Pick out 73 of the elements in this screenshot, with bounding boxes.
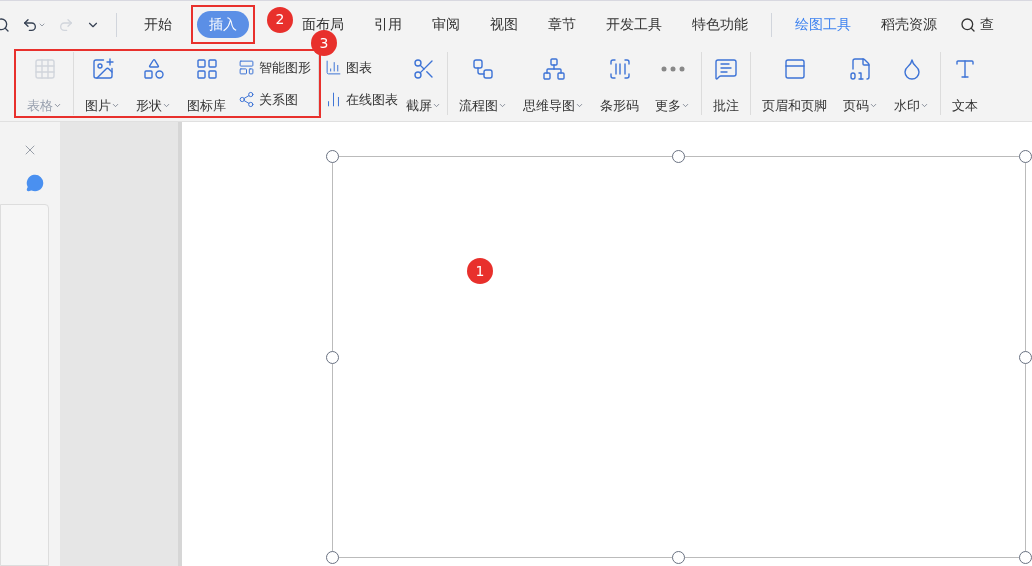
toolbar-button[interactable]: 图表 xyxy=(325,58,398,78)
toolbar-button[interactable]: 图标库 xyxy=(181,52,232,115)
toolbar-button[interactable]: 更多 xyxy=(649,52,696,115)
ribbon-tab[interactable]: 引用 xyxy=(364,11,412,38)
toolbar-button[interactable]: 页眉和页脚 xyxy=(756,52,833,115)
search-icon xyxy=(960,16,976,33)
resize-handle[interactable] xyxy=(1019,150,1032,163)
header-footer-icon xyxy=(782,57,807,81)
chat-icon[interactable] xyxy=(26,174,44,192)
text-icon xyxy=(953,57,977,81)
resize-handle[interactable] xyxy=(672,551,685,564)
toolbar-button[interactable]: 水印 xyxy=(888,52,935,115)
flowchart-icon xyxy=(471,57,495,81)
step-badge: 2 xyxy=(267,6,293,33)
barcode-icon xyxy=(607,57,632,81)
toolbar-button[interactable]: 批注 xyxy=(707,52,745,115)
page-number-icon xyxy=(848,57,873,81)
toolbar-button[interactable]: 智能图形 xyxy=(238,58,311,78)
resize-handle[interactable] xyxy=(1019,551,1032,564)
button-label: 页码 xyxy=(843,95,878,115)
ribbon-tab[interactable]: 审阅 xyxy=(422,11,470,38)
chart-icon xyxy=(325,59,342,77)
toolbar-button[interactable]: 在线图表 xyxy=(325,89,398,109)
resize-handle[interactable] xyxy=(326,551,339,564)
toolbar-button[interactable]: 形状 xyxy=(130,52,177,115)
redo-icon xyxy=(58,16,74,33)
button-label: 表格 xyxy=(27,95,62,115)
toolbar-button[interactable]: 截屏 xyxy=(400,52,447,115)
relation-icon xyxy=(238,90,255,108)
undo-button[interactable] xyxy=(22,16,46,33)
search-button[interactable]: 查 xyxy=(960,14,994,35)
button-label: 图片 xyxy=(85,95,120,115)
button-label: 流程图 xyxy=(459,95,507,115)
button-label: 更多 xyxy=(655,95,690,115)
image-icon xyxy=(90,57,115,81)
shapes-icon xyxy=(141,57,166,81)
ribbon-tab[interactable]: 绘图工具 xyxy=(785,11,861,38)
more-icon xyxy=(660,66,685,72)
button-label: 页眉和页脚 xyxy=(762,96,827,115)
toolbar-button[interactable]: 文本 xyxy=(946,52,984,115)
step-badge: 1 xyxy=(467,258,493,284)
ribbon-tab[interactable]: 开始 xyxy=(134,11,182,38)
button-label: 文本 xyxy=(952,96,978,115)
button-label: 图标库 xyxy=(187,96,226,115)
toolbar-button[interactable]: 关系图 xyxy=(238,89,311,109)
online-chart-icon xyxy=(325,90,342,108)
ribbon-tab[interactable]: 稻壳资源 xyxy=(871,11,947,38)
button-label: 形状 xyxy=(136,95,171,115)
ribbon-tab[interactable]: 特色功能 xyxy=(682,11,758,38)
resize-handle[interactable] xyxy=(326,351,339,364)
ribbon-tab[interactable]: 章节 xyxy=(538,11,586,38)
toolbar-button[interactable]: 流程图 xyxy=(453,52,513,115)
resize-handle[interactable] xyxy=(672,150,685,163)
toolbar-button[interactable]: 思维导图 xyxy=(517,52,590,115)
button-label: 水印 xyxy=(894,95,929,115)
smart-graphic-icon xyxy=(238,59,255,77)
ribbon-tab[interactable]: 视图 xyxy=(480,11,528,38)
button-label: 思维导图 xyxy=(523,95,584,115)
toolbar-button[interactable]: 条形码 xyxy=(594,52,645,115)
step-badge: 3 xyxy=(311,30,337,56)
icon-grid-icon xyxy=(194,57,219,81)
undo-icon xyxy=(22,16,38,33)
button-label: 条形码 xyxy=(600,96,639,115)
resize-handle[interactable] xyxy=(326,150,339,163)
comment-icon xyxy=(714,57,738,81)
toolbar-button[interactable]: 图片 xyxy=(79,52,126,115)
resize-handle[interactable] xyxy=(1019,351,1032,364)
ribbon-tab[interactable]: 开发工具 xyxy=(596,11,672,38)
table-icon xyxy=(32,57,57,81)
button-label: 批注 xyxy=(713,96,739,115)
mind-map-icon xyxy=(541,57,566,81)
button-label: 截屏 xyxy=(406,95,441,115)
toolbar-button[interactable]: 页码 xyxy=(837,52,884,115)
